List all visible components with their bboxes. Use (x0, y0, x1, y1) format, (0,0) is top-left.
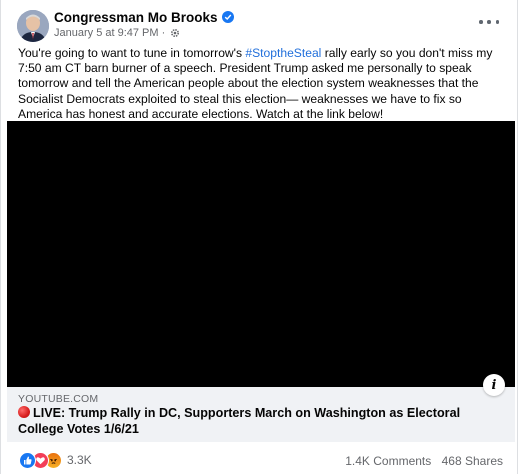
facebook-post: Congressman Mo Brooks January 5 at 9:47 … (0, 0, 518, 474)
link-source: YOUTUBE.COM (18, 393, 99, 405)
post-timestamp[interactable]: January 5 at 9:47 PM (54, 27, 159, 39)
public-audience-icon[interactable] (170, 28, 180, 42)
link-preview[interactable]: YOUTUBE.COM LIVE: Trump Rally in DC, Sup… (7, 387, 515, 442)
post-footer: 3.3K 1.4K Comments 468 Shares (1, 442, 517, 474)
engagement-stats: 1.4K Comments 468 Shares (345, 454, 503, 468)
like-icon (19, 451, 36, 469)
post-header: Congressman Mo Brooks January 5 at 9:47 … (1, 0, 517, 44)
reaction-count[interactable]: 3.3K (67, 453, 92, 467)
video-player[interactable] (7, 121, 515, 387)
reactions-summary[interactable]: 3.3K (19, 451, 92, 469)
author-name[interactable]: Congressman Mo Brooks (54, 10, 234, 26)
more-options-icon[interactable] (479, 14, 499, 30)
author-name-text[interactable]: Congressman Mo Brooks (54, 10, 218, 25)
shares-count[interactable]: 468 Shares (442, 454, 503, 468)
author-avatar[interactable] (17, 10, 49, 42)
post-text-before: You're going to want to tune in tomorrow… (18, 46, 246, 60)
verified-badge-icon (221, 11, 234, 23)
meta-separator: · (161, 27, 166, 39)
post-body: You're going to want to tune in tomorrow… (18, 46, 508, 122)
hashtag-link[interactable]: #StoptheSteal (245, 46, 321, 60)
live-red-circle-icon (18, 406, 30, 418)
link-title[interactable]: LIVE: Trump Rally in DC, Supporters Marc… (18, 406, 488, 437)
info-button[interactable]: i (483, 374, 505, 396)
comments-count[interactable]: 1.4K Comments (345, 454, 431, 468)
link-title-text[interactable]: LIVE: Trump Rally in DC, Supporters Marc… (18, 406, 460, 436)
post-meta: January 5 at 9:47 PM · (54, 27, 180, 42)
